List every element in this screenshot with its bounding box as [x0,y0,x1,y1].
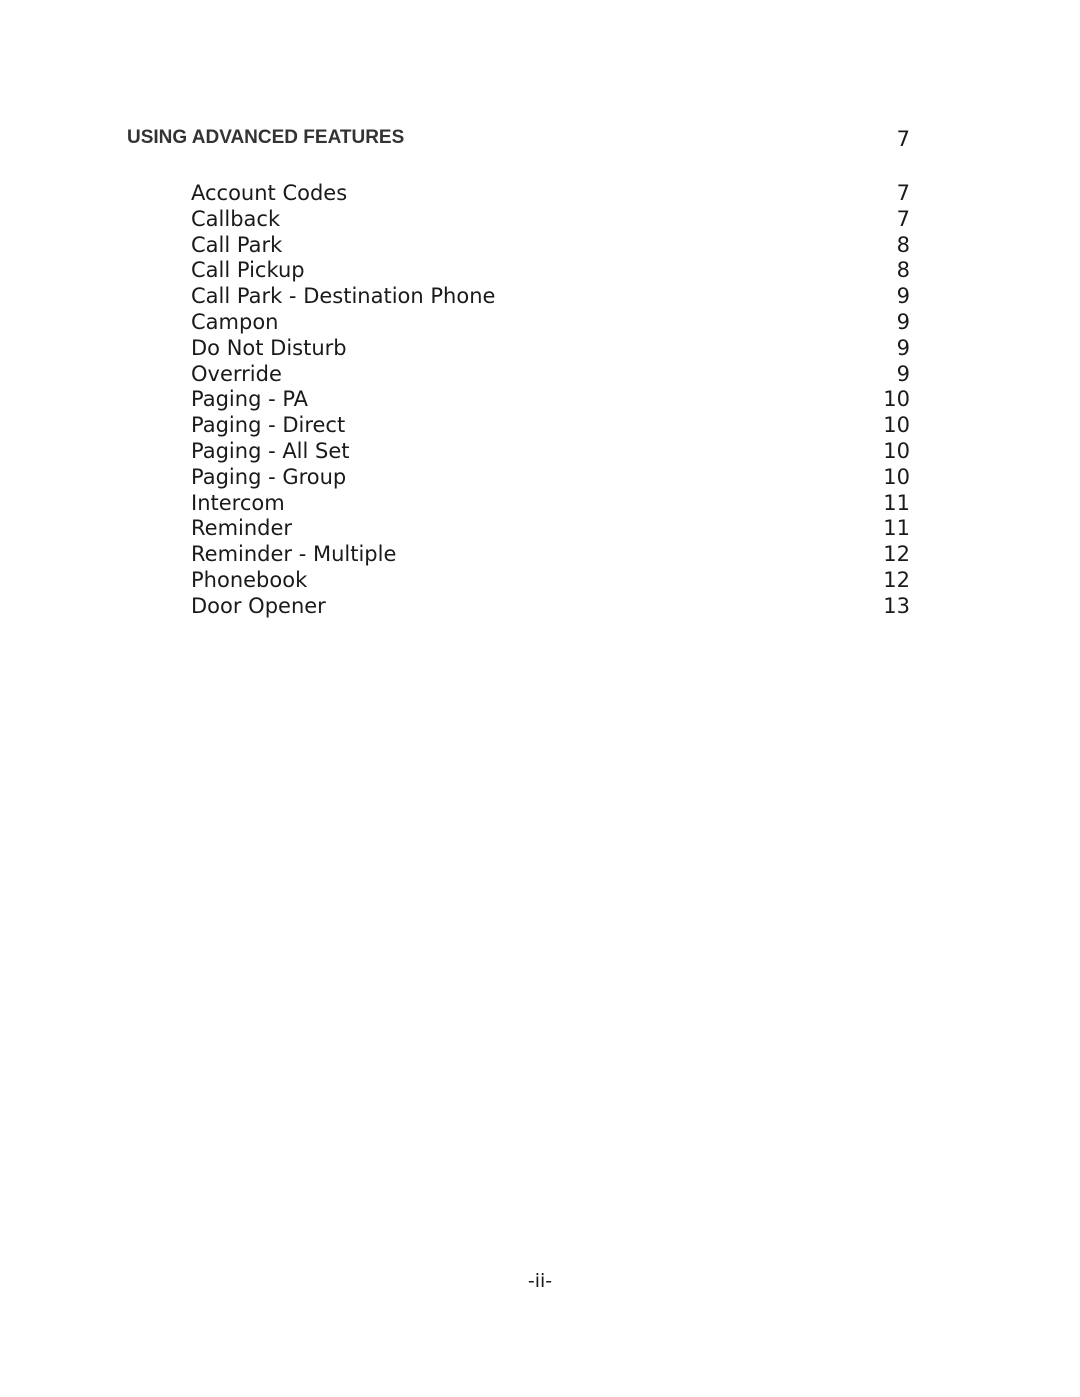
toc-entry-label: Paging - All Set [191,438,350,463]
toc-entry-page: 12 [883,567,910,592]
toc-entry-page: 7 [896,206,910,231]
toc-entry: Call Park - Destination Phone 9 [191,283,910,309]
toc-entry-page: 8 [896,232,910,257]
footer-page-number: -ii- [527,1270,553,1292]
toc-entry-page: 11 [883,516,910,541]
toc-entry-label: Call Pickup [191,258,305,283]
toc-entry: Callback 7 [191,206,910,232]
toc-entry-page: 12 [883,542,910,567]
toc-entry-label: Reminder - Multiple [191,542,397,567]
table-of-contents: Account Codes 7 Callback 7 Call Park 8 Call Pi… [191,180,910,619]
toc-entry-label: Intercom [191,490,285,515]
toc-entry-page: 10 [883,387,910,412]
toc-entry: Campon 9 [191,309,910,335]
toc-entry-label: Paging - Group [191,464,347,489]
toc-entry: Reminder 11 [191,515,910,541]
toc-entry-page: 10 [883,413,910,438]
section-heading-row: USING ADVANCED FEATURES 7 [127,127,910,155]
toc-entry-label: Callback [191,206,281,231]
toc-entry: Phonebook 12 [191,567,910,593]
toc-entry-label: Override [191,361,282,386]
toc-entry: Call Pickup 8 [191,257,910,283]
toc-entry-page: 11 [883,490,910,515]
toc-entry-label: Phonebook [191,567,308,592]
toc-entry: Door Opener 13 [191,593,910,619]
toc-entry-label: Campon [191,309,279,334]
toc-entry-label: Do Not Disturb [191,335,347,360]
toc-entry-label: Call Park - Destination Phone [191,284,496,309]
toc-entry-label: Door Opener [191,593,326,618]
toc-entry: Intercom 11 [191,490,910,516]
toc-entry: Paging - PA 10 [191,386,910,412]
toc-entry-page: 10 [883,464,910,489]
toc-entry-page: 10 [883,438,910,463]
toc-entry: Reminder - Multiple 12 [191,541,910,567]
toc-entry-page: 9 [896,361,910,386]
toc-entry: Paging - Group 10 [191,464,910,490]
toc-entry-page: 9 [896,309,910,334]
toc-entry-page: 13 [883,593,910,618]
toc-entry-page: 7 [896,181,910,205]
toc-entry-label: Reminder [191,516,293,541]
toc-entry: Paging - All Set 10 [191,438,910,464]
toc-entry: Do Not Disturb 9 [191,335,910,361]
toc-entry-page: 9 [896,335,910,360]
toc-entry-label: Call Park [191,232,283,257]
section-title: USING ADVANCED FEATURES [127,127,405,148]
toc-entry-label: Account Codes [191,181,348,205]
toc-entry: Override 9 [191,361,910,387]
toc-entry: Paging - Direct 10 [191,412,910,438]
toc-entry-label: Paging - Direct [191,413,346,438]
toc-entry: Account Codes 7 [191,180,910,206]
toc-entry: Call Park 8 [191,232,910,258]
toc-entry-label: Paging - PA [191,387,309,412]
toc-entry-page: 9 [896,284,910,309]
toc-entry-page: 8 [896,258,910,283]
section-page-number: 7 [896,127,910,151]
